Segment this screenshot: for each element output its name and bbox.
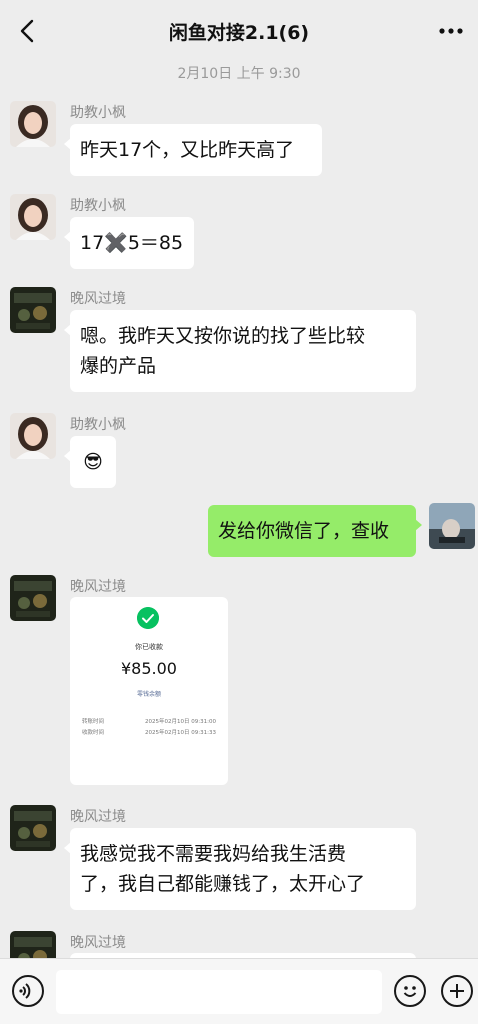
avatar-assistant[interactable]: [10, 413, 56, 459]
sender-name: 晚风过境: [70, 935, 126, 951]
success-check-icon: [137, 607, 159, 629]
avatar-user[interactable]: [10, 805, 56, 851]
message-line: 我感觉我不需要我妈给我生活费: [80, 843, 347, 865]
voice-icon: [19, 983, 31, 999]
message-bubble[interactable]: 我感觉我不需要我妈给我生活费 了，我自己都能赚钱了，太开心了: [64, 828, 416, 910]
message-bubble[interactable]: 嗯。我昨天又按你说的找了些比较 爆的产品: [64, 310, 416, 392]
avatar-user[interactable]: [10, 287, 56, 333]
avatar-user[interactable]: [10, 575, 56, 621]
message-input[interactable]: [56, 970, 382, 1014]
payment-detail-row: 收款时间 2025年02月10日 09:31:33: [82, 728, 216, 736]
voice-input-button[interactable]: [12, 975, 44, 1007]
payment-receipt-image[interactable]: 你已收款 ¥85.00 零钱余额 转账时间 2025年02月10日 09:31:…: [70, 597, 228, 785]
plus-icon: [450, 984, 464, 998]
emoji-icon: [403, 986, 417, 997]
more-functions-button[interactable]: [441, 975, 473, 1007]
message-bubble[interactable]: 17✖️5＝85: [64, 217, 194, 269]
sender-name: 晚风过境: [70, 809, 126, 825]
timestamp: 2月10日 上午 9:30: [177, 66, 301, 82]
more-options-icon[interactable]: [436, 20, 466, 42]
detail-label: 转账时间: [82, 719, 105, 725]
sender-name: 助教小枫: [70, 417, 126, 433]
top-bar: 闲鱼对接2.1(6): [0, 0, 478, 62]
avatar-self[interactable]: [429, 503, 475, 549]
detail-value: 2025年02月10日 09:31:33: [145, 730, 216, 736]
balance-link: 零钱余额: [136, 691, 161, 698]
message-line: 了，我自己都能赚钱了，太开心了: [80, 873, 366, 895]
message-line: 爆的产品: [80, 355, 157, 377]
sender-name: 晚风过境: [70, 579, 126, 595]
detail-label: 收款时间: [82, 730, 105, 736]
message-bubble[interactable]: 昨天17个，又比昨天高了: [64, 124, 322, 176]
payment-caption: 你已收款: [135, 643, 163, 651]
message-bubble[interactable]: 😎: [64, 436, 116, 488]
chat-title: 闲鱼对接2.1(6): [168, 22, 310, 44]
detail-value: 2025年02月10日 09:31:00: [145, 719, 216, 725]
sender-name: 晚风过境: [70, 291, 126, 307]
message-line: 嗯。我昨天又按你说的找了些比较: [80, 325, 366, 347]
payment-detail-row: 转账时间 2025年02月10日 09:31:00: [82, 717, 216, 725]
avatar-assistant[interactable]: [10, 194, 56, 240]
payment-amount: ¥85.00: [121, 659, 177, 678]
input-bar: [0, 958, 478, 1024]
avatar-assistant[interactable]: [10, 101, 56, 147]
sender-name: 助教小枫: [70, 105, 126, 121]
sender-name: 助教小枫: [70, 198, 126, 214]
message-bubble-self[interactable]: 发给你微信了，查收: [208, 505, 422, 557]
emoji-button[interactable]: [394, 975, 426, 1007]
